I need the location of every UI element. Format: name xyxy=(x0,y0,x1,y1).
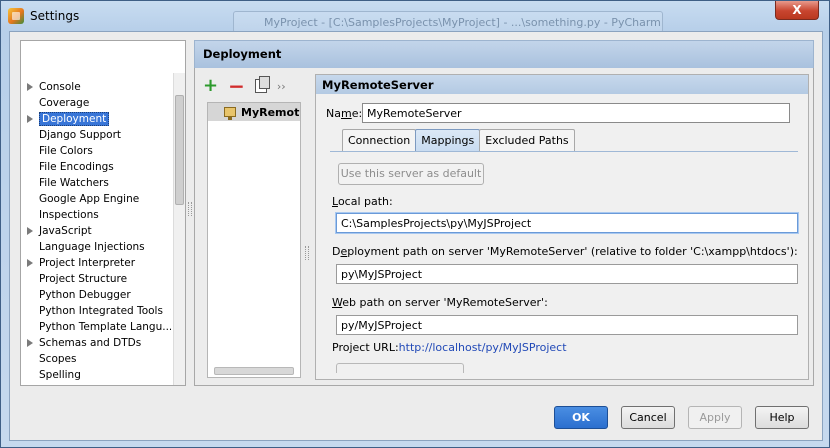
deployment-path-input[interactable]: py\MyJSProject xyxy=(336,264,798,284)
sidebar-item-label: Python Template Langu... xyxy=(39,321,171,333)
sidebar-item-label: Coverage xyxy=(39,97,90,109)
project-url: Project URL:http://localhost/py/MyJSProj… xyxy=(332,341,567,354)
help-button[interactable]: Help xyxy=(755,406,809,429)
web-path-input[interactable]: py/MyJSProject xyxy=(336,315,798,335)
pycharm-logo-icon xyxy=(8,8,24,24)
sidebar-item-inspections[interactable]: Inspections xyxy=(21,207,171,223)
local-path-label: Local path: xyxy=(332,195,393,208)
name-row: Name: MyRemoteServer xyxy=(326,103,790,123)
tree-scrollbar[interactable] xyxy=(173,73,185,385)
sidebar-item-label: JavaScript xyxy=(39,225,92,237)
sidebar-item-django-support[interactable]: Django Support xyxy=(21,127,171,143)
sidebar-item-label: Schemas and DTDs xyxy=(39,337,142,349)
server-name-input[interactable]: MyRemoteServer xyxy=(362,103,790,123)
sidebar-item-spelling[interactable]: Spelling xyxy=(21,367,171,383)
expand-arrow-icon[interactable] xyxy=(27,83,33,91)
sidebar-item-python-integrated-tools[interactable]: Python Integrated Tools xyxy=(21,303,171,319)
sidebar-item-scopes[interactable]: Scopes xyxy=(21,351,171,367)
sidebar-item-project-interpreter[interactable]: Project Interpreter xyxy=(21,255,171,271)
tree-scrollbar-thumb[interactable] xyxy=(175,95,184,205)
expand-arrow-icon[interactable] xyxy=(27,259,33,267)
more-actions-button[interactable]: ›› xyxy=(277,80,286,93)
details-tabs: Connection Mappings Excluded Paths xyxy=(342,129,575,151)
dialog-client-area: Console Coverage Deployment Django Support F… xyxy=(9,31,823,441)
expand-arrow-icon[interactable] xyxy=(27,227,33,235)
left-splitter-handle[interactable] xyxy=(188,202,192,216)
sidebar-item-label: Inspections xyxy=(39,209,99,221)
server-list: MyRemot xyxy=(207,102,301,378)
sidebar-item-label: Project Interpreter xyxy=(39,257,136,269)
sidebar-item-label: Scopes xyxy=(39,353,77,365)
local-path-input[interactable]: C:\SamplesProjects\py\MyJSProject xyxy=(336,213,798,233)
sidebar-item-python-template-langu[interactable]: Python Template Langu... xyxy=(21,319,171,335)
server-list-item[interactable]: MyRemot xyxy=(208,103,300,121)
tab-excluded-paths[interactable]: Excluded Paths xyxy=(479,129,575,151)
use-as-default-button[interactable]: Use this server as default xyxy=(338,163,484,185)
tab-mappings[interactable]: Mappings xyxy=(415,129,481,151)
server-splitter-handle[interactable] xyxy=(305,246,309,260)
settings-tree-panel: Console Coverage Deployment Django Support F… xyxy=(20,40,186,386)
cancel-button[interactable]: Cancel xyxy=(621,406,675,429)
expand-arrow-icon[interactable] xyxy=(27,339,33,347)
sidebar-item-label: File Colors xyxy=(39,145,93,157)
title-bar[interactable]: Settings X xyxy=(1,1,829,31)
sidebar-item-label: File Encodings xyxy=(39,161,114,173)
sidebar-item-label: Language Injections xyxy=(39,241,145,253)
name-label: Name: xyxy=(326,106,363,120)
sidebar-item-language-injections[interactable]: Language Injections xyxy=(21,239,171,255)
remove-server-button[interactable]: − xyxy=(228,76,245,96)
project-url-link[interactable]: http://localhost/py/MyJSProject xyxy=(399,341,567,354)
apply-button[interactable]: Apply xyxy=(688,406,742,429)
servers-toolbar: + − ›› xyxy=(203,76,286,96)
sidebar-item-deployment[interactable]: Deployment xyxy=(21,111,171,127)
sidebar-item-schemas-and-dtds[interactable]: Schemas and DTDs xyxy=(21,335,171,351)
sidebar-item-google-app-engine[interactable]: Google App Engine xyxy=(21,191,171,207)
close-window-button[interactable]: X xyxy=(775,1,819,20)
sidebar-item-label: File Watchers xyxy=(39,177,109,189)
sidebar-item-label: Project Structure xyxy=(39,273,128,285)
deployment-panel: + − ›› MyRemot MyRemoteServer Name: MyRe… xyxy=(194,68,814,386)
tab-connection[interactable]: Connection xyxy=(342,129,417,151)
tab-divider xyxy=(330,151,798,152)
page-title: Deployment xyxy=(194,40,814,68)
deployment-path-label: Deployment path on server 'MyRemoteServe… xyxy=(332,245,798,258)
sidebar-item-python-debugger[interactable]: Python Debugger xyxy=(21,287,171,303)
add-server-button[interactable]: + xyxy=(203,77,218,95)
sidebar-item-label: Spelling xyxy=(39,369,81,381)
sidebar-item-label: Console xyxy=(39,81,81,93)
sidebar-item-label: Python Debugger xyxy=(39,289,131,301)
expand-arrow-icon[interactable] xyxy=(27,115,33,123)
sidebar-item-sql-dialects[interactable]: SQL Dialects xyxy=(21,383,171,385)
copy-server-icon[interactable] xyxy=(254,76,270,93)
clipped-button[interactable] xyxy=(336,363,464,373)
server-details-title: MyRemoteServer xyxy=(316,75,808,94)
project-url-label: Project URL: xyxy=(332,341,399,354)
sidebar-item-label: Python Integrated Tools xyxy=(39,305,163,317)
sidebar-item-console[interactable]: Console xyxy=(21,79,171,95)
sidebar-item-file-watchers[interactable]: File Watchers xyxy=(21,175,171,191)
sidebar-item-file-encodings[interactable]: File Encodings xyxy=(21,159,171,175)
ok-button[interactable]: OK xyxy=(554,406,608,429)
settings-tree: Console Coverage Deployment Django Support F… xyxy=(21,73,171,385)
sidebar-item-file-colors[interactable]: File Colors xyxy=(21,143,171,159)
sidebar-item-label: Deployment xyxy=(39,112,110,126)
sidebar-item-project-structure[interactable]: Project Structure xyxy=(21,271,171,287)
window-title: Settings xyxy=(30,9,80,23)
web-path-label: Web path on server 'MyRemoteServer': xyxy=(332,296,548,309)
server-list-item-label: MyRemot xyxy=(241,105,300,119)
server-details: MyRemoteServer Name: MyRemoteServer Conn… xyxy=(315,74,809,380)
settings-window: MyProject - [C:\SamplesProjects\MyProjec… xyxy=(0,0,830,448)
sidebar-item-label: Django Support xyxy=(39,129,122,141)
sidebar-item-coverage[interactable]: Coverage xyxy=(21,95,171,111)
sidebar-item-javascript[interactable]: JavaScript xyxy=(21,223,171,239)
server-icon xyxy=(224,107,236,120)
sidebar-item-label: Google App Engine xyxy=(39,193,140,205)
server-list-scrollbar[interactable] xyxy=(214,367,294,375)
